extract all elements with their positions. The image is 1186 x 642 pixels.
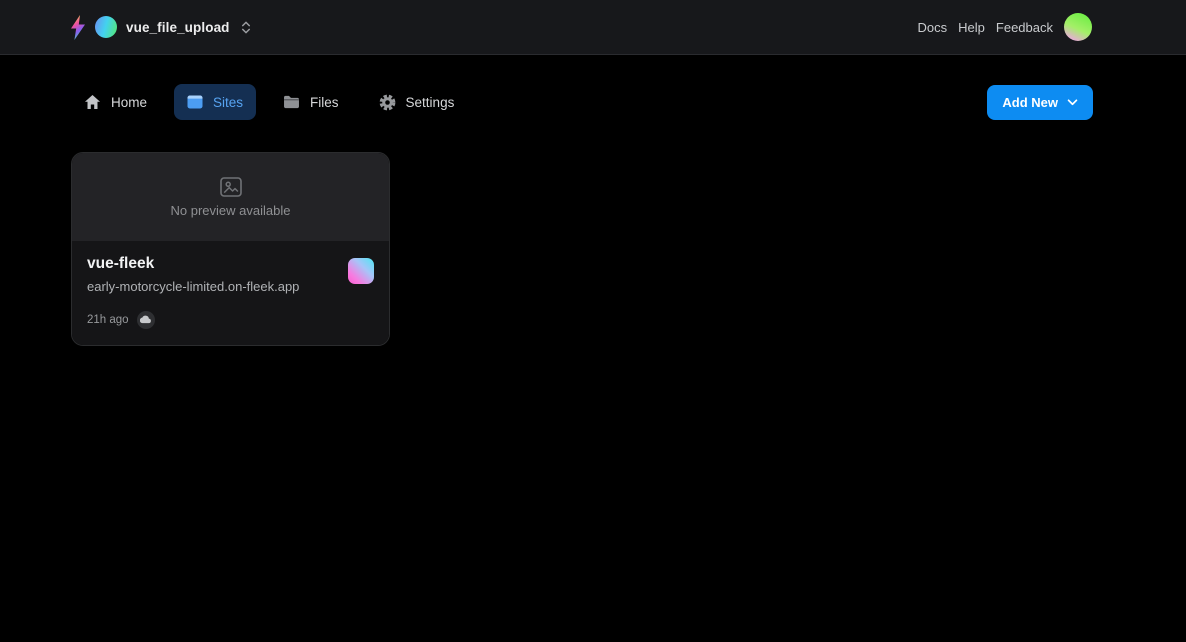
deployment-status-badge[interactable] <box>137 311 155 329</box>
tab-files[interactable]: Files <box>270 84 352 120</box>
add-new-label: Add New <box>1002 95 1058 110</box>
site-card-meta: 21h ago <box>87 311 374 329</box>
gear-icon <box>379 94 396 111</box>
topbar-right: Docs Help Feedback <box>918 13 1092 41</box>
site-text-block: vue-fleek early-motorcycle-limited.on-fl… <box>87 255 299 294</box>
site-name: vue-fleek <box>87 255 299 274</box>
user-avatar[interactable] <box>1064 13 1092 41</box>
tab-settings[interactable]: Settings <box>366 84 468 120</box>
up-down-chevron-icon <box>241 20 251 35</box>
site-preview-placeholder: No preview available <box>72 153 389 241</box>
docs-link[interactable]: Docs <box>918 18 948 37</box>
topbar: vue_file_upload Docs Help Feedback <box>0 0 1186 55</box>
fleek-logo-zap-icon <box>68 14 88 41</box>
tab-home[interactable]: Home <box>71 84 160 120</box>
image-placeholder-icon <box>220 177 242 197</box>
chevron-down-icon <box>1067 99 1078 106</box>
home-icon <box>84 94 101 110</box>
tab-sites-label: Sites <box>213 95 243 110</box>
site-card-info: vue-fleek early-motorcycle-limited.on-fl… <box>72 241 389 345</box>
site-card[interactable]: No preview available vue-fleek early-mot… <box>71 152 390 346</box>
main-nav: Home Sites Files <box>71 84 1093 120</box>
tab-sites[interactable]: Sites <box>174 84 256 120</box>
help-link[interactable]: Help <box>958 18 985 37</box>
project-switcher-button[interactable] <box>239 17 253 37</box>
cloud-icon <box>140 314 151 325</box>
folder-icon <box>283 95 300 109</box>
tab-list: Home Sites Files <box>71 84 467 120</box>
site-thumbnail <box>348 258 374 284</box>
tab-files-label: Files <box>310 95 339 110</box>
site-domain-link[interactable]: early-motorcycle-limited.on-fleek.app <box>87 279 299 294</box>
project-name: vue_file_upload <box>126 20 230 35</box>
no-preview-text: No preview available <box>171 203 291 218</box>
tab-settings-label: Settings <box>406 95 455 110</box>
browser-icon <box>187 95 203 109</box>
add-new-button[interactable]: Add New <box>987 85 1093 120</box>
site-updated-time: 21h ago <box>87 314 129 326</box>
tab-home-label: Home <box>111 95 147 110</box>
sites-grid: No preview available vue-fleek early-mot… <box>0 152 1186 346</box>
site-card-info-top: vue-fleek early-motorcycle-limited.on-fl… <box>87 255 374 294</box>
topbar-left: vue_file_upload <box>68 14 253 41</box>
project-avatar <box>95 16 117 38</box>
feedback-link[interactable]: Feedback <box>996 18 1053 37</box>
